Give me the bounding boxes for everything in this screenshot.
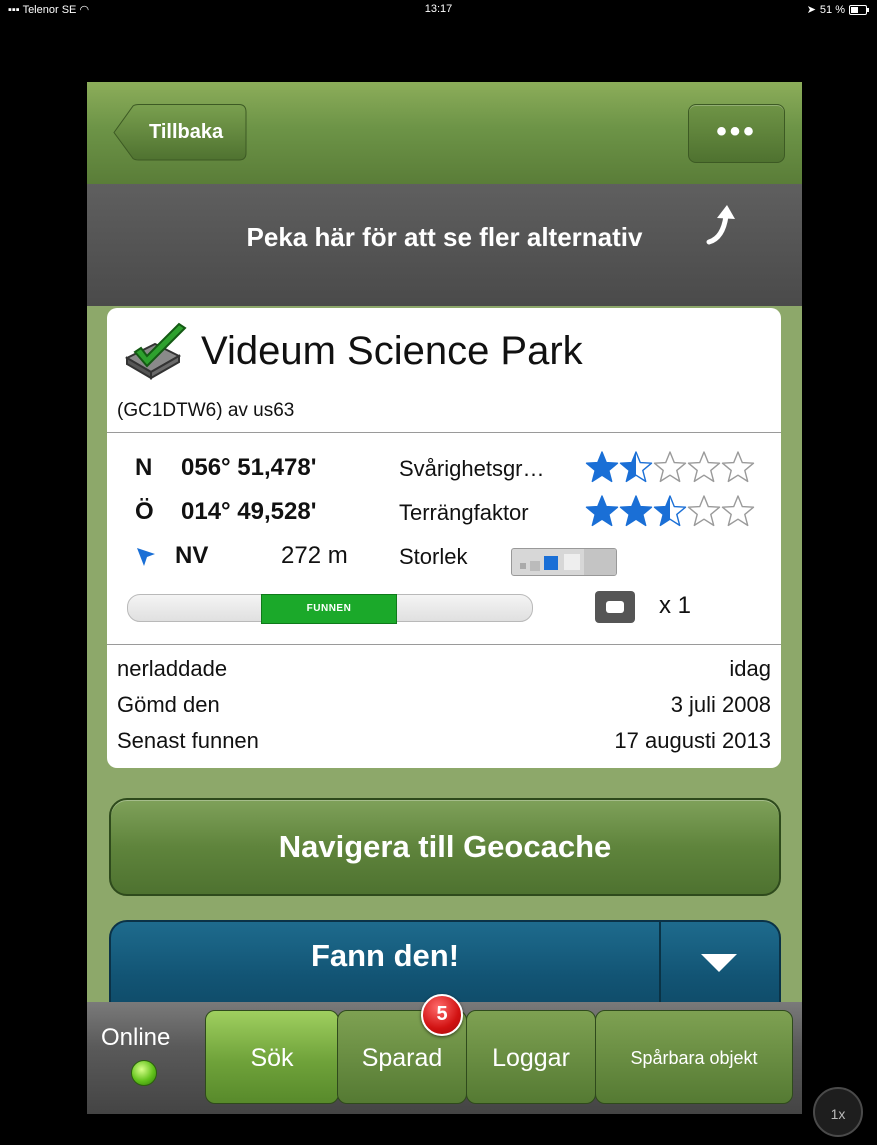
info-row-downloaded: nerladdade idag — [117, 656, 771, 688]
online-status-label: Online — [101, 1024, 171, 1051]
star-icon — [653, 495, 687, 527]
direction-arrow-icon — [137, 548, 155, 566]
divider — [107, 432, 781, 433]
navigate-label: Navigera till Geocache — [278, 829, 612, 864]
info-value: 17 augusti 2013 — [614, 728, 771, 753]
size-label: Storlek — [399, 544, 468, 569]
status-bar: ▪▪▪ Telenor SE ◠ 13:17 ➤ 51 % — [0, 0, 877, 20]
longitude-value: 014° 49,528' — [181, 498, 317, 525]
difficulty-stars — [585, 450, 755, 484]
location-arrow-icon: ➤ — [806, 4, 816, 16]
star-icon — [653, 451, 687, 483]
tab-label: Loggar — [492, 1044, 570, 1072]
tab-logs[interactable]: Loggar — [466, 1010, 596, 1104]
info-key: Senast funnen — [117, 728, 259, 753]
found-status-badge: FUNNEN — [261, 594, 397, 624]
status-time: 13:17 — [424, 3, 453, 15]
more-options-hint-bar[interactable]: Peka här för att se fler alternativ — [87, 184, 802, 306]
longitude-row: Ö 014° 49,528' Terrängfaktor — [107, 495, 781, 538]
cache-name: Videum Science Park — [201, 328, 583, 373]
chevron-down-icon — [701, 954, 737, 972]
direction-row: NV 272 m Storlek — [107, 542, 781, 582]
star-icon — [585, 451, 619, 483]
terrain-stars — [585, 494, 755, 528]
latitude-row: N 056° 51,478' Svårighetsgr… — [107, 451, 781, 494]
ellipsis-icon: ••• — [716, 115, 757, 148]
star-icon — [687, 495, 721, 527]
hint-text: Peka här för att se fler alternativ — [246, 222, 643, 252]
star-icon — [585, 495, 619, 527]
tab-label: Sparad — [361, 1044, 443, 1072]
info-key: nerladdade — [117, 656, 228, 681]
cache-title-row: Videum Science Park — [121, 316, 583, 386]
info-row-last-found: Senast funnen 17 augusti 2013 — [117, 728, 771, 760]
found-it-label: Fann den! — [310, 938, 460, 973]
found-cache-checkmark-icon — [124, 322, 187, 380]
info-row-hidden: Gömd den 3 juli 2008 — [117, 692, 771, 724]
back-label: Tillbaka — [149, 121, 224, 143]
divider — [107, 644, 781, 645]
curved-arrow-icon — [706, 205, 735, 245]
latitude-value: 056° 51,478' — [181, 454, 317, 481]
latitude-direction: N — [135, 454, 153, 481]
zoom-toggle-button[interactable]: 1x — [813, 1087, 863, 1137]
cache-detail-card: Videum Science Park (GC1DTW6) av us63 N … — [107, 308, 781, 768]
difficulty-label: Svårighetsgr… — [399, 456, 545, 481]
tab-trackables[interactable]: Spårbara objekt — [595, 1010, 793, 1104]
trackable-count: x 1 — [659, 592, 692, 619]
info-key: Gömd den — [117, 692, 220, 717]
star-icon — [619, 495, 653, 527]
info-value: idag — [729, 656, 771, 681]
distance: 272 m — [281, 542, 348, 569]
saved-count-badge: 5 — [421, 994, 463, 1036]
navigation-bar: Tillbaka ••• — [87, 82, 802, 184]
app-screen: Tillbaka ••• Peka här för att se fler al… — [87, 82, 802, 1114]
cache-size-indicator-icon — [511, 548, 617, 576]
trackable-icon — [595, 591, 635, 623]
cache-code-owner: (GC1DTW6) av us63 — [117, 400, 295, 421]
tab-search[interactable]: Sök — [205, 1010, 339, 1104]
terrain-label: Terrängfaktor — [399, 500, 529, 525]
star-icon — [721, 495, 755, 527]
star-icon — [619, 451, 653, 483]
star-icon — [687, 451, 721, 483]
navigate-to-geocache-button[interactable]: Navigera till Geocache — [109, 798, 781, 896]
battery-percent: 51 % — [819, 3, 845, 16]
cache-size-bars — [520, 549, 616, 575]
more-options-button[interactable]: ••• — [688, 104, 785, 163]
star-icon — [721, 451, 755, 483]
online-indicator-icon[interactable] — [131, 1060, 157, 1086]
tab-bar: Online Sök Sparad Loggar Spårbara objekt… — [87, 994, 802, 1114]
back-button[interactable]: Tillbaka — [113, 104, 247, 161]
battery-icon — [849, 4, 869, 15]
bearing: NV — [175, 542, 209, 569]
tab-label: Spårbara objekt — [630, 1048, 758, 1068]
tab-label: Sök — [250, 1044, 294, 1072]
info-value: 3 juli 2008 — [670, 692, 771, 717]
longitude-direction: Ö — [135, 498, 154, 525]
